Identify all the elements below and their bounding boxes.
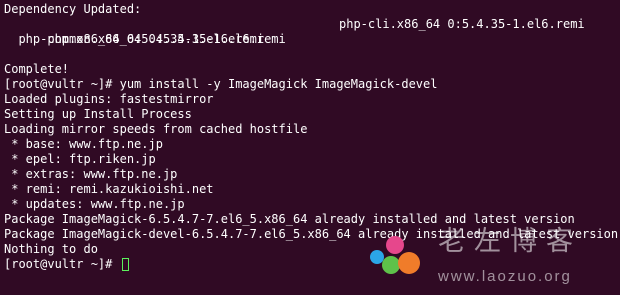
terminal-line-loaded-plugins: Loaded plugins: fastestmirror — [4, 92, 214, 106]
watermark-logo: 老左博客 www.laozuo.org — [368, 226, 620, 292]
terminal-window[interactable]: Dependency Updated: php.x86_64 0:5.4.35-… — [0, 0, 620, 295]
terminal-line-dependency-header: Dependency Updated: — [4, 2, 142, 16]
terminal-line-dep-row-1: php.x86_64 0:5.4.35-1.el6.remi php-cli.x… — [4, 17, 620, 46]
terminal-line-yum-command: [root@vultr ~]# yum install -y ImageMagi… — [4, 77, 438, 91]
terminal-line-package-imagemagick: Package ImageMagick-6.5.4.7-7.el6_5.x86_… — [4, 212, 575, 226]
terminal-line-mirror-base: * base: www.ftp.ne.jp — [4, 137, 163, 151]
terminal-line-loading-mirrors: Loading mirror speeds from cached hostfi… — [4, 122, 308, 136]
terminal-line-mirror-updates: * updates: www.ftp.ne.jp — [4, 197, 185, 211]
watermark-title: 老左博客 — [438, 226, 582, 257]
terminal-line-setting-up: Setting up Install Process — [4, 107, 192, 121]
terminal-line-complete: Complete! — [4, 62, 70, 76]
dep-php-cli-entry: php-cli.x86_64 0:5.4.35-1.el6.remi — [339, 17, 585, 31]
terminal-cursor[interactable] — [121, 258, 129, 271]
terminal-line-mirror-epel: * epel: ftp.riken.jp — [4, 152, 156, 166]
shell-prompt: [root@vultr ~]# — [4, 257, 120, 271]
terminal-line-mirror-extras: * extras: www.ftp.ne.jp — [4, 167, 178, 181]
watermark-dot-orange — [398, 252, 420, 274]
terminal-line-mirror-remi: * remi: remi.kazukioishi.net — [4, 182, 214, 196]
watermark-url: www.laozuo.org — [438, 268, 572, 285]
watermark-dot-pink — [386, 236, 404, 254]
dep-php-entry: php.x86_64 0:5.4.35-1.el6.remi — [32, 32, 265, 46]
